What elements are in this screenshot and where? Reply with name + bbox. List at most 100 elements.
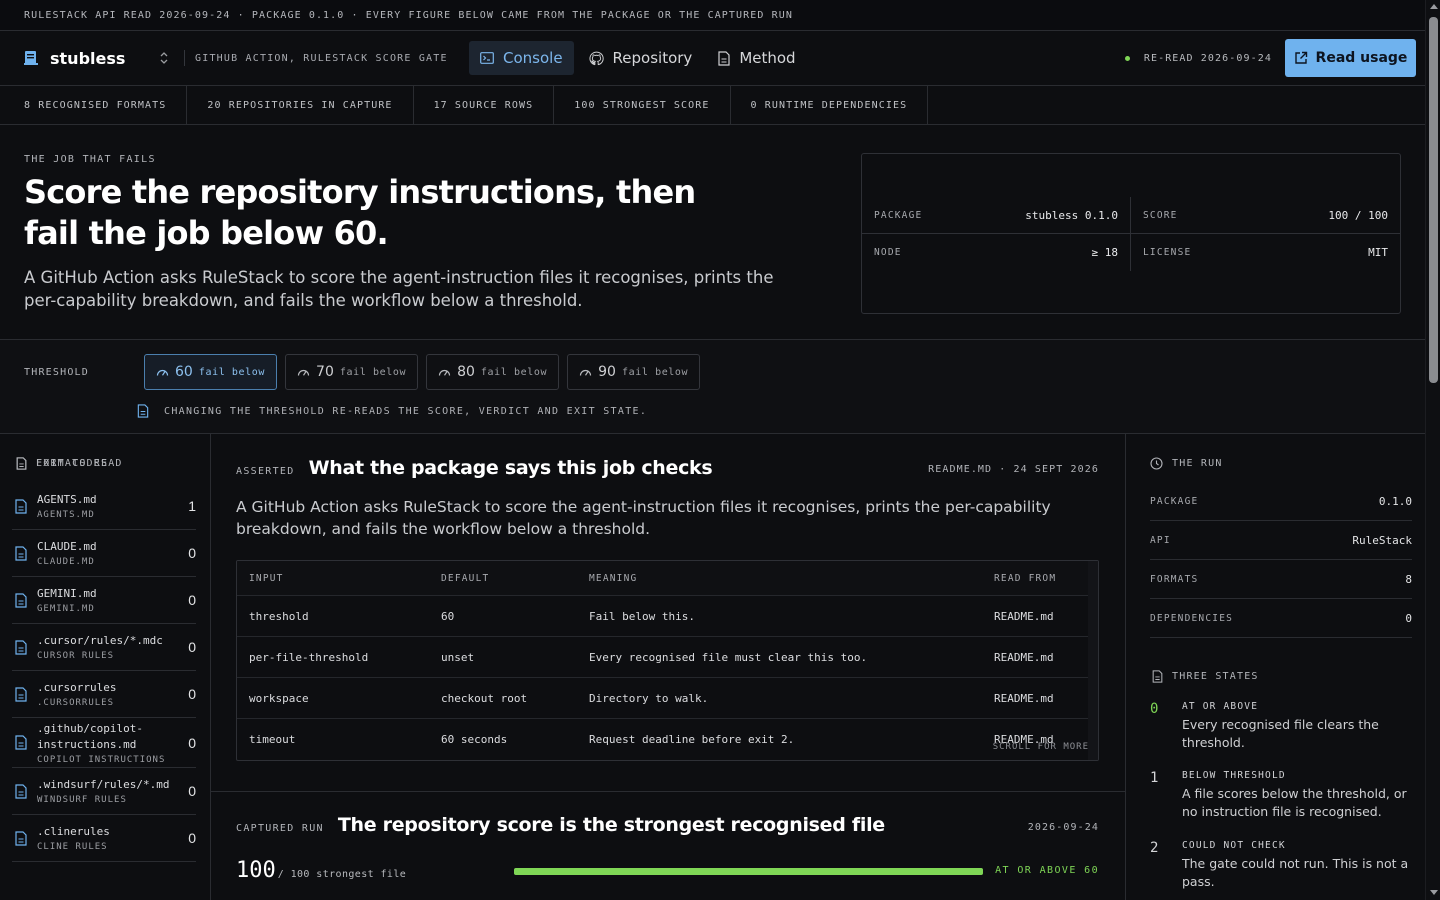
terminal-icon <box>480 52 494 64</box>
threshold-option-90[interactable]: 90 fail below <box>567 354 701 390</box>
format-name: GEMINI.md <box>37 587 97 600</box>
run-key: PACKAGE <box>1150 495 1199 507</box>
inputs-table[interactable]: INPUT DEFAULT MEANING READ FROM threshol… <box>236 560 1099 761</box>
hero-lede: A GitHub Action asks RuleStack to score … <box>24 268 774 310</box>
format-item[interactable]: .cursorrules .CURSORRULES 0 <box>12 671 196 718</box>
scroll-up-arrow-icon[interactable] <box>1430 4 1438 9</box>
format-count: 0 <box>188 734 196 751</box>
input-name: timeout <box>249 733 296 746</box>
file-icon <box>15 783 27 799</box>
the-run-heading: THE RUN <box>1150 457 1223 470</box>
app-header: stubless GITHUB ACTION, RULESTACK SCORE … <box>0 31 1440 86</box>
format-sub: CLINE RULES <box>37 842 108 852</box>
table-row: per-file-threshold unset Every recognise… <box>237 637 1098 678</box>
banner-text: RULESTACK API READ 2026-09-24 · PACKAGE … <box>24 9 794 21</box>
input-default: unset <box>441 650 475 664</box>
table-scrollbar[interactable] <box>1088 561 1098 760</box>
format-name: .windsurf/rules/*.md <box>37 778 170 791</box>
input-source: README.md <box>994 691 1054 705</box>
input-name: per-file-threshold <box>249 650 369 664</box>
gauge-icon <box>438 369 451 376</box>
format-sub: AGENTS.MD <box>37 510 95 520</box>
exit-label: BELOW THRESHOLD <box>1182 770 1286 781</box>
scroll-down-arrow-icon[interactable] <box>1430 890 1438 895</box>
score-value: 100 / 100 <box>1328 208 1388 222</box>
input-meaning: Request deadline before exit 2. <box>589 733 795 746</box>
threshold-suffix: fail below <box>339 366 407 378</box>
threshold-value: 60 <box>175 364 193 380</box>
header-divider <box>184 50 185 66</box>
file-icon <box>15 592 27 608</box>
input-source: README.md <box>994 609 1054 623</box>
score-bar-fill <box>514 868 983 875</box>
format-name: .clinerules <box>37 825 110 838</box>
package-key: PACKAGE <box>874 209 923 221</box>
format-sub: .CURSORRULES <box>37 698 115 708</box>
threshold-option-80[interactable]: 80 fail below <box>426 354 560 390</box>
project-switcher[interactable]: stubless <box>24 49 184 68</box>
threshold-option-70[interactable]: 70 fail below <box>285 354 419 390</box>
tab-repository-label: Repository <box>612 49 693 67</box>
threshold-label: THRESHOLD <box>24 367 89 378</box>
document-icon <box>1152 670 1163 683</box>
threshold-value: 80 <box>457 364 475 380</box>
format-item[interactable]: GEMINI.md GEMINI.MD 0 <box>12 577 196 624</box>
file-icon <box>15 686 27 702</box>
exit-description: Every recognised file clears the thresho… <box>1182 717 1379 750</box>
format-item[interactable]: .clinerules CLINE RULES 0 <box>12 815 196 862</box>
threshold-note-text: CHANGING THE THRESHOLD RE-READS THE SCOR… <box>164 405 648 417</box>
package-value: stubless 0.1.0 <box>1025 208 1118 222</box>
format-name: AGENTS.md <box>37 493 97 506</box>
document-icon <box>16 457 27 470</box>
format-item[interactable]: CLAUDE.md CLAUDE.MD 0 <box>12 530 196 577</box>
input-meaning: Fail below this. <box>589 609 695 623</box>
input-default: checkout root <box>441 691 528 705</box>
tab-console-label: Console <box>503 49 563 67</box>
file-icon <box>15 498 27 514</box>
exit-codes-heading-text: EXIT CODES <box>36 458 109 469</box>
format-count: 0 <box>188 545 196 561</box>
asserted-eyebrow: ASSERTED <box>236 466 295 477</box>
tab-console[interactable]: Console <box>469 41 574 75</box>
score-key: SCORE <box>1143 209 1178 221</box>
threshold-note: CHANGING THE THRESHOLD RE-READS THE SCOR… <box>137 404 647 418</box>
license-value: MIT <box>1368 246 1388 259</box>
exit-state: 2 COULD NOT CHECK The gate could not run.… <box>1150 840 1412 890</box>
format-count: 0 <box>188 830 196 846</box>
tab-method[interactable]: Method <box>707 41 806 75</box>
format-sub: GEMINI.MD <box>37 604 95 614</box>
input-meaning: Every recognised file must clear this to… <box>589 650 868 664</box>
tagline: GITHUB ACTION, RULESTACK SCORE GATE <box>195 52 448 64</box>
input-source: README.md <box>994 650 1054 664</box>
document-icon <box>137 404 149 418</box>
format-sub: WINDSURF RULES <box>37 795 127 805</box>
format-item[interactable]: AGENTS.md AGENTS.MD 1 <box>12 483 196 530</box>
table-header: INPUT DEFAULT MEANING READ FROM <box>237 561 1098 596</box>
format-item[interactable]: .cursor/rules/*.mdc CURSOR RULES 0 <box>12 624 196 671</box>
format-item[interactable]: .github/copilot-instructions.md COPILOT I… <box>12 718 196 768</box>
page-title: Score the repository instructions, then … <box>24 173 696 252</box>
stat-strongest-score: 100 STRONGEST SCORE <box>554 86 731 124</box>
file-icon <box>15 830 27 846</box>
format-item[interactable]: .windsurf/rules/*.md WINDSURF RULES 0 <box>12 768 196 815</box>
run-value: 8 <box>1405 572 1412 586</box>
tab-repository[interactable]: Repository <box>578 41 704 75</box>
exit-codes-heading: EXIT CODES <box>16 457 108 470</box>
stat-formats: 8 RECOGNISED FORMATS <box>0 86 188 124</box>
scrollbar-thumb[interactable] <box>1429 17 1438 383</box>
three-states-heading-text: THREE STATES <box>1172 671 1259 682</box>
gauge-icon <box>156 369 169 376</box>
read-usage-button[interactable]: Read usage <box>1285 39 1416 77</box>
run-sidebar: THE RUN PACKAGE 0.1.0 API RuleStack FORMAT… <box>1125 433 1425 900</box>
threshold-value: 70 <box>316 364 334 380</box>
page-scrollbar[interactable] <box>1425 0 1440 900</box>
threshold-option-60[interactable]: 60 fail below <box>144 354 278 390</box>
main-content: FORMATS READ AGENTS.md AGENTS.MD 1 CLAUDE… <box>0 433 1440 900</box>
file-icon <box>15 545 27 561</box>
format-count: 1 <box>188 498 196 514</box>
format-name: .cursor/rules/*.mdc <box>37 634 163 647</box>
reread-date: RE-READ 2026-09-24 <box>1143 52 1272 64</box>
exit-label: AT OR ABOVE <box>1182 701 1259 712</box>
the-run-heading-text: THE RUN <box>1172 458 1223 469</box>
tab-method-label: Method <box>739 49 796 67</box>
